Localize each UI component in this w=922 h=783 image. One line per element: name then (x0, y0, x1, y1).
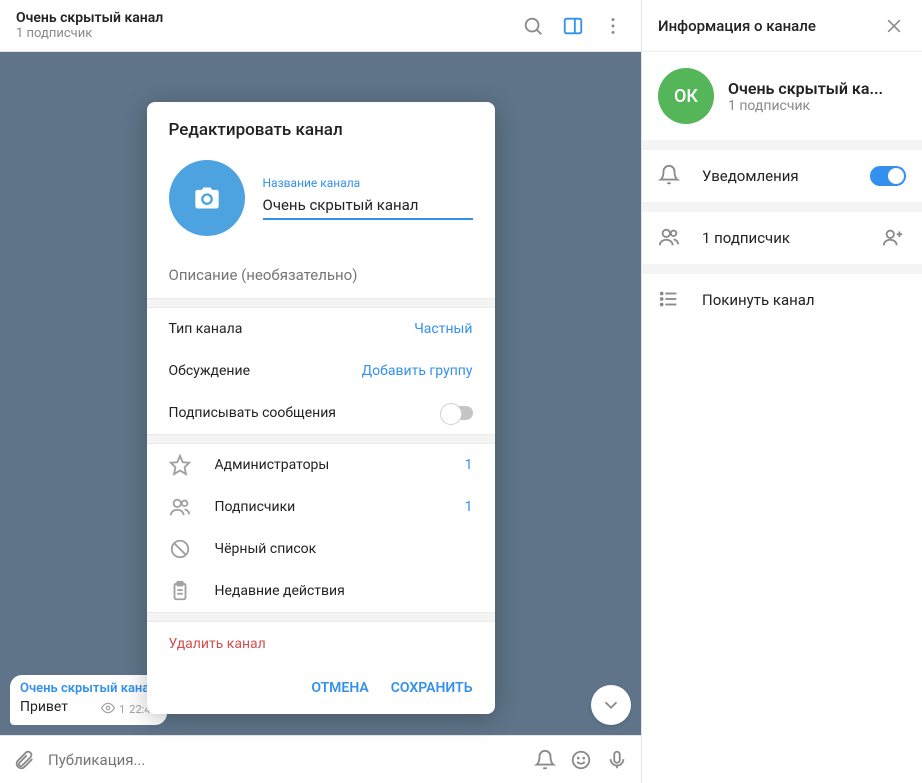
sign-toggle[interactable] (441, 406, 473, 420)
panel-subscribers-row[interactable]: 1 подписчик (642, 212, 922, 264)
admins-row[interactable]: Администраторы 1 (147, 444, 495, 486)
discussion-value: Добавить группу (362, 363, 473, 379)
edit-channel-modal: Редактировать канал Название канала Т (147, 102, 495, 714)
channel-type-row[interactable]: Тип канала Частный (147, 308, 495, 350)
chat-body: Очень скрытый канал Привет 1 22:45 (0, 52, 641, 735)
leave-label: Покинуть канал (702, 291, 906, 309)
list-icon (658, 288, 682, 312)
description-input[interactable] (147, 252, 495, 298)
panel-title: Информация о канале (658, 17, 816, 35)
subscribers-count: 1 (465, 499, 473, 515)
cancel-button[interactable]: ОТМЕНА (311, 680, 368, 696)
chat-title: Очень скрытый канал (16, 10, 521, 26)
avatar: ОК (658, 68, 714, 124)
leave-channel-row[interactable]: Покинуть канал (642, 274, 922, 326)
info-panel: Информация о канале ОК Очень скрытый ка.… (641, 0, 922, 783)
save-button[interactable]: СОХРАНИТЬ (391, 680, 473, 696)
recent-actions-row[interactable]: Недавние действия (147, 570, 495, 612)
ban-icon (169, 538, 191, 560)
attach-icon[interactable] (12, 748, 36, 772)
chat-subtitle: 1 подписчик (16, 26, 521, 41)
subscribers-row[interactable]: Подписчики 1 (147, 486, 495, 528)
type-label: Тип канала (169, 321, 243, 337)
delete-channel-link[interactable]: Удалить канал (147, 622, 495, 666)
channel-name-input[interactable] (263, 194, 473, 220)
sign-label: Подписывать сообщения (169, 405, 336, 421)
avatar-upload-button[interactable] (169, 160, 245, 236)
clipboard-icon (169, 580, 191, 602)
notifications-row[interactable]: Уведомления (642, 150, 922, 202)
profile-subtitle: 1 подписчик (728, 98, 906, 114)
panel-profile[interactable]: ОК Очень скрытый ка... 1 подписчик (642, 52, 922, 140)
emoji-icon[interactable] (569, 748, 593, 772)
admins-count: 1 (465, 457, 473, 473)
blacklist-label: Чёрный список (215, 541, 473, 557)
discussion-row[interactable]: Обсуждение Добавить группу (147, 350, 495, 392)
close-icon[interactable] (882, 14, 906, 38)
panel-subscribers-label: 1 подписчик (702, 229, 862, 247)
chat-input-bar (0, 735, 641, 783)
bell-icon (658, 164, 682, 188)
discussion-label: Обсуждение (169, 363, 251, 379)
chat-header: Очень скрытый канал 1 подписчик (0, 0, 641, 52)
recent-label: Недавние действия (215, 583, 473, 599)
sign-messages-row[interactable]: Подписывать сообщения (147, 392, 495, 434)
silent-icon[interactable] (533, 748, 557, 772)
blacklist-row[interactable]: Чёрный список (147, 528, 495, 570)
subscribers-label: Подписчики (215, 499, 441, 515)
sidebar-toggle-icon[interactable] (561, 14, 585, 38)
notifications-toggle[interactable] (870, 166, 906, 186)
star-icon (169, 454, 191, 476)
more-icon[interactable] (601, 14, 625, 38)
users-icon (658, 226, 682, 250)
add-user-icon[interactable] (882, 226, 906, 250)
notifications-label: Уведомления (702, 167, 850, 185)
profile-name: Очень скрытый ка... (728, 79, 906, 98)
users-icon (169, 496, 191, 518)
search-icon[interactable] (521, 14, 545, 38)
message-input[interactable] (48, 751, 521, 769)
mic-icon[interactable] (605, 748, 629, 772)
modal-title: Редактировать канал (147, 102, 495, 154)
admins-label: Администраторы (215, 457, 441, 473)
modal-overlay: Редактировать канал Название канала Т (0, 52, 641, 735)
name-field-label: Название канала (263, 176, 473, 190)
type-value: Частный (414, 321, 472, 337)
